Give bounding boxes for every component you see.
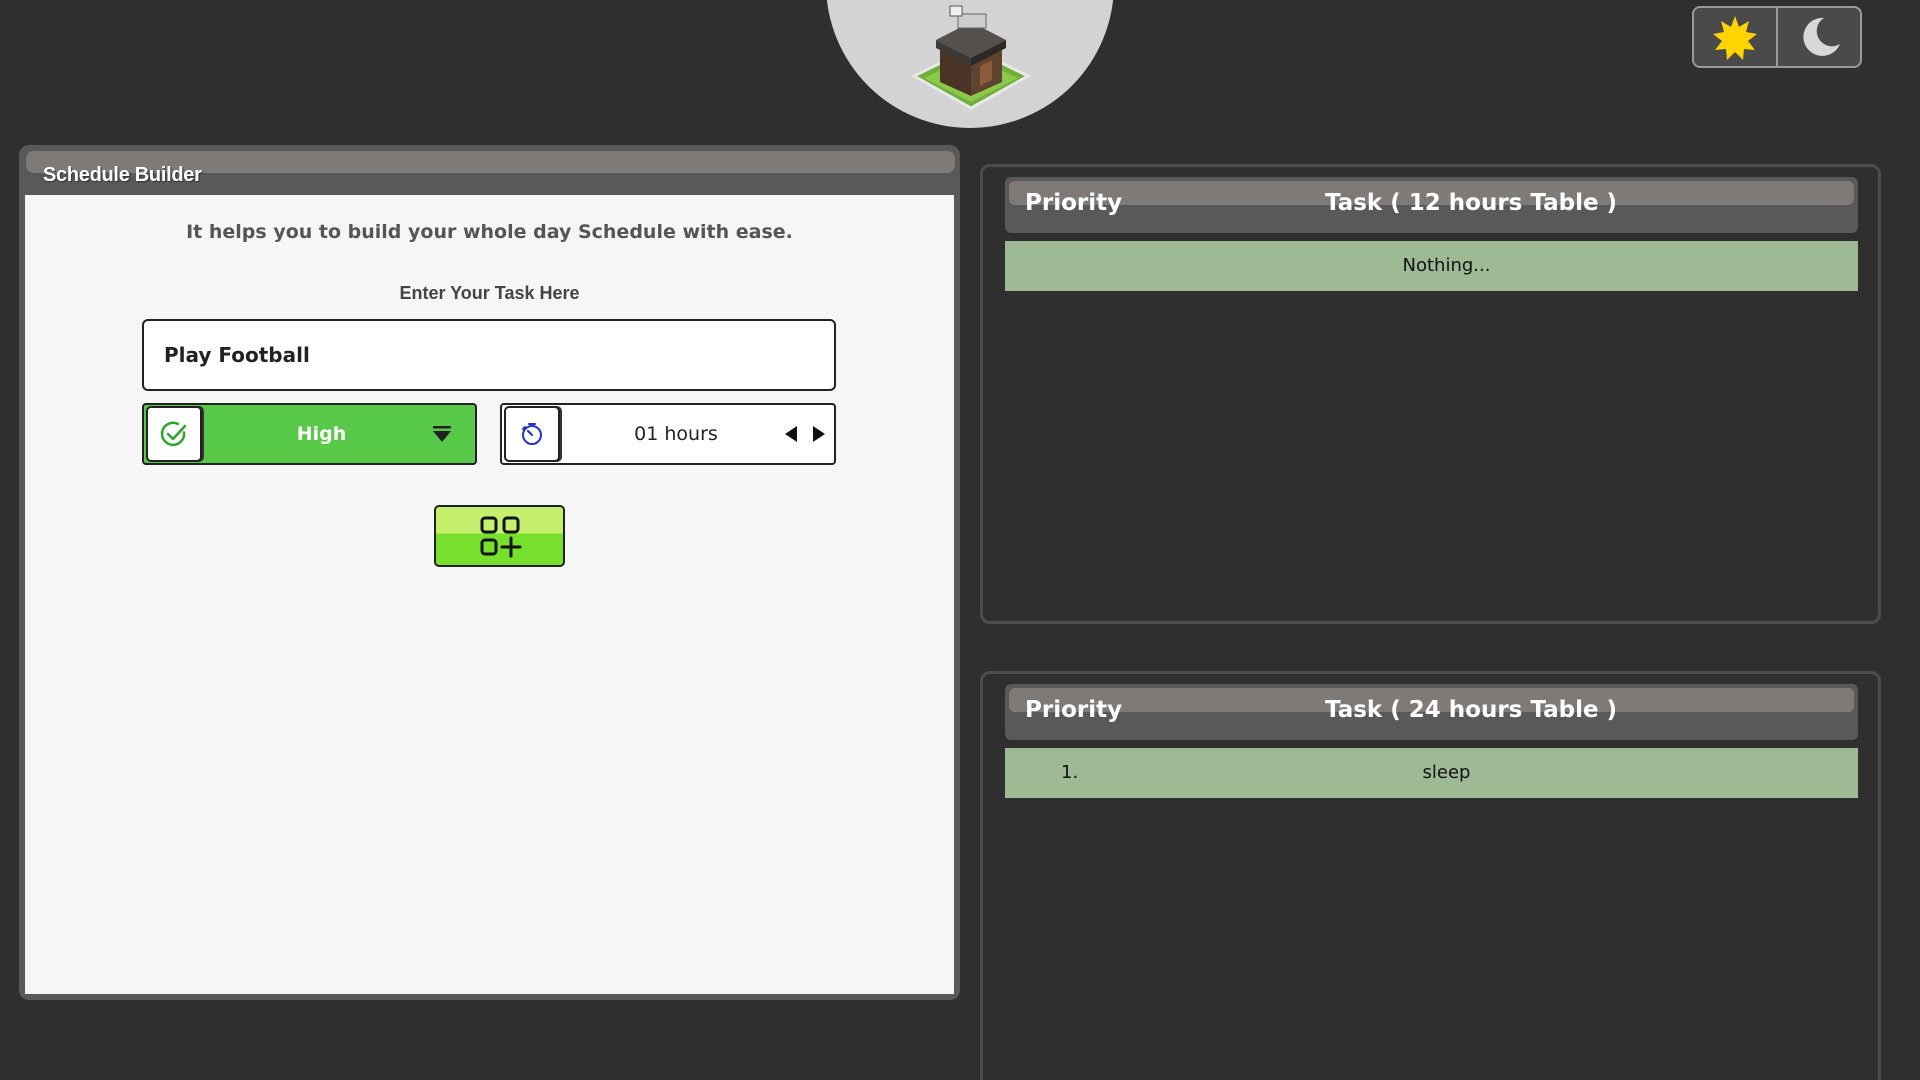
dark-theme-button[interactable]: [1776, 8, 1860, 66]
light-theme-button[interactable]: [1694, 8, 1776, 66]
builder-title: Schedule Builder: [43, 164, 202, 186]
col-task: Task ( 12 hours Table ): [1325, 190, 1618, 216]
priority-value: High: [296, 423, 347, 445]
check-circle-icon: [160, 421, 187, 447]
arrow-right-icon[interactable]: [812, 425, 826, 443]
hours-stepper[interactable]: 01 hours: [500, 403, 836, 465]
table-12-hours: Priority Task ( 12 hours Table ) Nothing…: [980, 164, 1881, 624]
table-24-header: Priority Task ( 24 hours Table ): [1005, 684, 1858, 740]
hours-arrows: [784, 425, 826, 443]
builder-tagline: It helps you to build your whole day Sch…: [186, 221, 793, 243]
row-task: sleep: [1422, 762, 1471, 783]
moon-icon: [1803, 17, 1840, 56]
app-root: Schedule Builder It helps you to build y…: [0, 0, 1920, 1080]
col-priority: Priority: [1025, 190, 1123, 216]
hours-icon-box: [504, 406, 560, 462]
table-12-header: Priority Task ( 12 hours Table ): [1005, 177, 1858, 233]
builder-header: Schedule Builder: [24, 150, 955, 194]
add-task-button[interactable]: [434, 505, 565, 567]
arrow-left-icon[interactable]: [784, 425, 798, 443]
theme-toggle: [1692, 6, 1862, 68]
empty-message: Nothing...: [1402, 255, 1491, 276]
table-24-hours: Priority Task ( 24 hours Table ) 1. slee…: [980, 671, 1881, 1080]
hours-value: 01 hours: [634, 423, 718, 445]
builder-body: It helps you to build your whole day Sch…: [25, 195, 954, 994]
timer-icon: [522, 423, 542, 445]
task-input-label: Enter Your Task Here: [399, 283, 580, 303]
priority-select[interactable]: High: [142, 403, 477, 465]
priority-icon-box: [146, 406, 202, 462]
schedule-builder-panel: Schedule Builder It helps you to build y…: [19, 145, 960, 1000]
add-grid-icon: [480, 516, 521, 558]
task-input[interactable]: [142, 319, 836, 391]
table-row: Nothing...: [1005, 241, 1858, 291]
sun-icon: [1713, 16, 1757, 60]
caret-down-icon: [431, 425, 453, 443]
col-priority: Priority: [1025, 697, 1123, 723]
col-task: Task ( 24 hours Table ): [1325, 697, 1618, 723]
builder-hut-icon: [910, 5, 1032, 110]
table-row[interactable]: 1. sleep: [1005, 748, 1858, 798]
